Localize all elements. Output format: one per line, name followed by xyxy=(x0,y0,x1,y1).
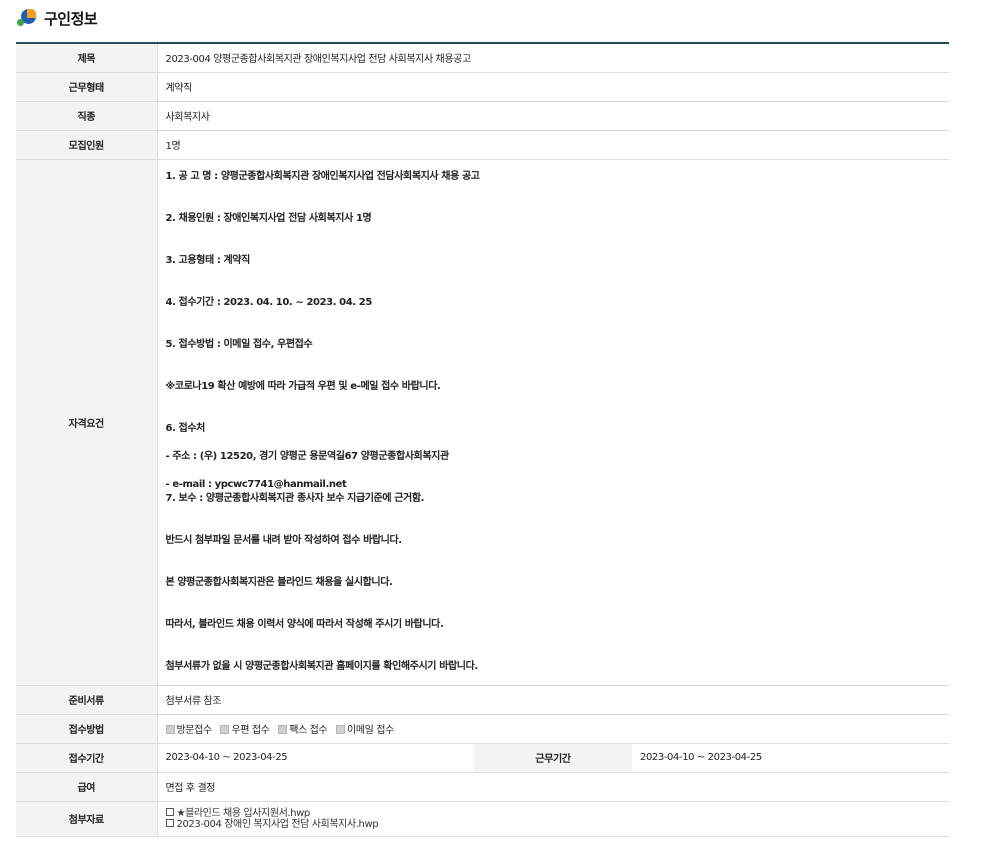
qualification-line xyxy=(166,366,950,380)
qualification-line xyxy=(166,310,950,324)
method-mail: 우편 접수 xyxy=(220,725,270,736)
method-visit: 방문접수 xyxy=(165,725,213,736)
apply-period-label: 접수기간 xyxy=(16,743,157,773)
job-value: 사회복지사 xyxy=(156,101,950,131)
method-label: 팩스 접수 xyxy=(289,725,328,736)
qualification-value: 1. 공 고 명 : 양평군종합사회복지관 장애인복지사업 전담사회복지사 채용… xyxy=(156,159,950,686)
row-salary: 급여 면접 후 결정 xyxy=(16,772,950,802)
attachment-name: ★블라인드 채용 입사지원서.hwp xyxy=(176,807,311,819)
apply-method-label: 접수방법 xyxy=(16,714,157,744)
row-documents: 준비서류 첨부서류 참조 xyxy=(16,685,950,715)
qualification-line xyxy=(166,394,950,408)
qualification-line xyxy=(166,226,950,240)
qualification-line xyxy=(166,562,950,576)
method-email: 이메일 접수 xyxy=(336,725,394,736)
qualification-line xyxy=(166,408,950,422)
checkbox-icon xyxy=(220,725,230,734)
attachment-link[interactable]: ★블라인드 채용 입사지원서.hwp xyxy=(165,807,950,819)
file-icon xyxy=(165,818,174,827)
headcount-value: 1명 xyxy=(156,130,950,160)
qualification-line: 본 양평군종합사회복지관은 블라인드 채용을 실시합니다. xyxy=(165,577,393,588)
work-type-label: 근무형태 xyxy=(16,72,157,102)
method-label: 방문접수 xyxy=(176,725,213,736)
qualification-label: 자격요건 xyxy=(16,159,157,686)
qualification-line: 7. 보수 : 양평군종합사회복지관 종사자 보수 지급기준에 근거함. xyxy=(165,493,425,504)
qualification-line: 4. 접수기간 : 2023. 04. 10. ~ 2023. 04. 25 xyxy=(165,297,373,308)
title-value: 2023-004 양평군종합사회복지관 장애인복지사업 전담 사회복지사 채용공… xyxy=(156,43,950,73)
row-headcount: 모집인원 1명 xyxy=(16,130,950,160)
salary-label: 급여 xyxy=(16,772,157,802)
qualification-line xyxy=(166,604,950,618)
qualification-line xyxy=(166,464,950,478)
qualification-line xyxy=(166,268,950,282)
qualification-line xyxy=(166,646,950,660)
work-type-value: 계약직 xyxy=(156,72,950,102)
row-attachments: 첨부자료 ★블라인드 채용 입사지원서.hwp 2023-004 장애인 복지사… xyxy=(16,801,950,837)
qualification-line xyxy=(166,282,950,296)
checkbox-icon xyxy=(165,725,175,734)
row-title: 제목 2023-004 양평군종합사회복지관 장애인복지사업 전담 사회복지사 … xyxy=(16,43,950,73)
apply-period-value: 2023-04-10 ~ 2023-04-25 xyxy=(156,743,474,773)
row-job: 직종 사회복지사 xyxy=(16,101,950,131)
job-info-table: 제목 2023-004 양평군종합사회복지관 장애인복지사업 전담 사회복지사 … xyxy=(16,42,950,837)
row-apply-method: 접수방법 방문접수 우편 접수 팩스 접수 이메일 접수 xyxy=(16,714,950,744)
qualification-line xyxy=(166,506,950,520)
documents-value: 첨부서류 참조 xyxy=(156,685,950,715)
method-fax: 팩스 접수 xyxy=(278,725,328,736)
qualification-line: 따라서, 블라인드 채용 이력서 양식에 따라서 작성해 주시기 바랍니다. xyxy=(165,619,444,630)
qualification-line xyxy=(166,198,950,212)
qualification-line xyxy=(166,240,950,254)
qualification-line: - e-mail : ypcwc7741@hanmail.net xyxy=(165,479,347,490)
checkbox-icon xyxy=(278,725,288,734)
row-work-type: 근무형태 계약직 xyxy=(16,72,950,102)
attachments-label: 첨부자료 xyxy=(16,801,157,837)
method-label: 우편 접수 xyxy=(231,725,270,736)
documents-label: 준비서류 xyxy=(16,685,157,715)
qualification-line xyxy=(166,324,950,338)
qualification-line: 5. 접수방법 : 이메일 접수, 우편접수 xyxy=(165,339,313,350)
title-label: 제목 xyxy=(16,43,157,73)
qualification-line: 반드시 첨부파일 문서를 내려 받아 작성하여 접수 바랍니다. xyxy=(165,535,403,546)
qualification-line: 6. 접수처 xyxy=(165,423,206,434)
method-label: 이메일 접수 xyxy=(347,725,394,736)
checkbox-icon xyxy=(336,725,346,734)
qualification-line xyxy=(166,632,950,646)
logo-icon xyxy=(16,7,40,29)
page-title: 구인정보 xyxy=(44,9,98,28)
qualification-line: ※코로나19 확산 예방에 따라 가급적 우편 및 e-메일 접수 바랍니다. xyxy=(165,381,441,392)
qualification-line: - 주소 : (우) 12520, 경기 양평군 용문역길67 양평군종합사회복… xyxy=(165,451,450,462)
work-period-value: 2023-04-10 ~ 2023-04-25 xyxy=(632,743,950,773)
attachments-value: ★블라인드 채용 입사지원서.hwp 2023-004 장애인 복지사업 전담 … xyxy=(156,801,950,837)
file-icon xyxy=(165,807,174,816)
salary-value: 면접 후 결정 xyxy=(156,772,950,802)
work-period-label: 근무기간 xyxy=(474,743,632,773)
job-label: 직종 xyxy=(16,101,157,131)
qualification-line: 3. 고용형태 : 계약직 xyxy=(165,255,251,266)
qualification-line: 2. 채용인원 : 장애인복지사업 전담 사회복지사 1명 xyxy=(165,213,372,224)
attachment-link[interactable]: 2023-004 장애인 복지사업 전담 사회복지사.hwp xyxy=(165,818,950,830)
qualification-line xyxy=(166,548,950,562)
page-header: 구인정보 xyxy=(16,7,98,29)
qualification-line: 1. 공 고 명 : 양평군종합사회복지관 장애인복지사업 전담사회복지사 채용… xyxy=(165,171,480,182)
qualification-line xyxy=(166,184,950,198)
attachment-name: 2023-004 장애인 복지사업 전담 사회복지사.hwp xyxy=(176,818,379,830)
qualification-line xyxy=(166,436,950,450)
qualification-line: 첨부서류가 없을 시 양평군종합사회복지관 홈페이지를 확인해주시기 바랍니다. xyxy=(165,661,479,672)
qualification-line xyxy=(166,520,950,534)
row-period: 접수기간 2023-04-10 ~ 2023-04-25 근무기간 2023-0… xyxy=(16,743,950,773)
apply-method-value: 방문접수 우편 접수 팩스 접수 이메일 접수 xyxy=(156,714,950,744)
headcount-label: 모집인원 xyxy=(16,130,157,160)
row-qualification: 자격요건 1. 공 고 명 : 양평군종합사회복지관 장애인복지사업 전담사회복… xyxy=(16,159,950,686)
qualification-line xyxy=(166,590,950,604)
qualification-line xyxy=(166,352,950,366)
